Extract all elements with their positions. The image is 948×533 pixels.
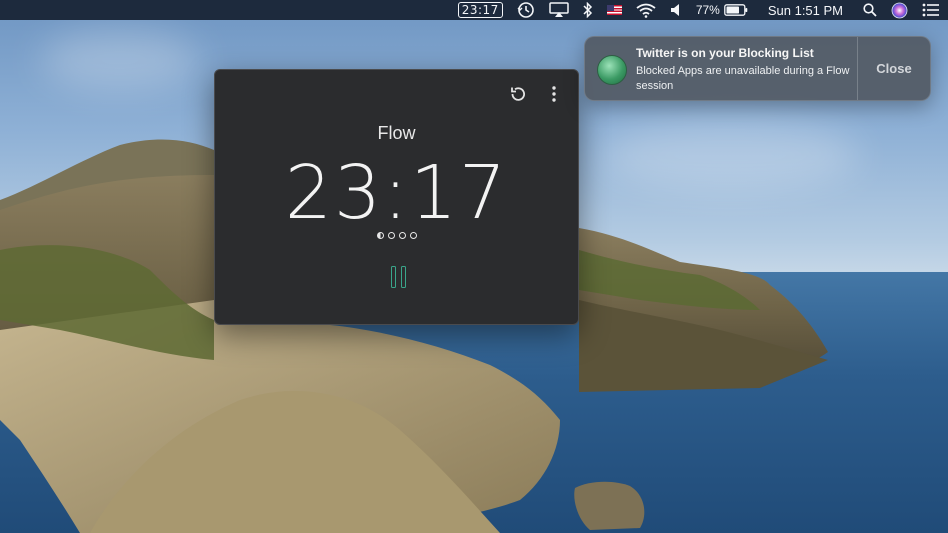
battery-icon xyxy=(723,4,748,16)
session-dot xyxy=(398,232,406,239)
clock-text: Sun 1:51 PM xyxy=(767,2,843,18)
more-icon[interactable] xyxy=(544,84,564,104)
battery-percent: 77% xyxy=(695,3,720,17)
pause-icon xyxy=(400,266,406,288)
pause-button[interactable] xyxy=(387,266,409,290)
time-machine-icon[interactable] xyxy=(517,0,535,20)
control-center-icon[interactable] xyxy=(922,0,940,20)
session-dot xyxy=(409,232,417,239)
session-dot xyxy=(387,232,395,239)
session-title: Flow xyxy=(377,123,416,143)
notification-body[interactable]: Twitter is on your Blocking List Blocked… xyxy=(585,37,857,100)
pause-icon xyxy=(390,266,396,288)
menubar-clock[interactable]: Sun 1:51 PM xyxy=(768,0,843,20)
flow-timer-window[interactable]: Flow 23:17 xyxy=(214,69,579,325)
countdown-time: 23:17 xyxy=(284,150,509,236)
wifi-icon[interactable] xyxy=(636,0,656,20)
flow-menubar-timer[interactable]: 23:17 xyxy=(457,0,503,20)
session-progress-dots xyxy=(215,232,578,239)
notification-title: Twitter is on your Blocking List xyxy=(636,46,814,60)
menubar-timer-text: 23:17 xyxy=(457,2,503,18)
flag-icon[interactable] xyxy=(606,0,622,20)
volume-icon[interactable] xyxy=(670,0,682,20)
airplay-icon[interactable] xyxy=(549,0,569,20)
notification-message: Blocked Apps are unavailable during a Fl… xyxy=(636,65,850,92)
restart-icon[interactable] xyxy=(508,84,528,104)
siri-icon[interactable] xyxy=(891,0,908,20)
flow-app-icon xyxy=(597,55,627,85)
battery-status[interactable]: 77% xyxy=(696,0,748,20)
close-button[interactable]: Close xyxy=(857,37,930,100)
window-toolbar xyxy=(508,84,564,104)
session-dot-current xyxy=(376,232,384,239)
menu-bar: 23:17 77% Sun 1:51 PM xyxy=(0,0,948,20)
search-icon[interactable] xyxy=(863,0,877,20)
bluetooth-icon[interactable] xyxy=(583,0,593,20)
blocking-notification[interactable]: Twitter is on your Blocking List Blocked… xyxy=(584,36,931,101)
